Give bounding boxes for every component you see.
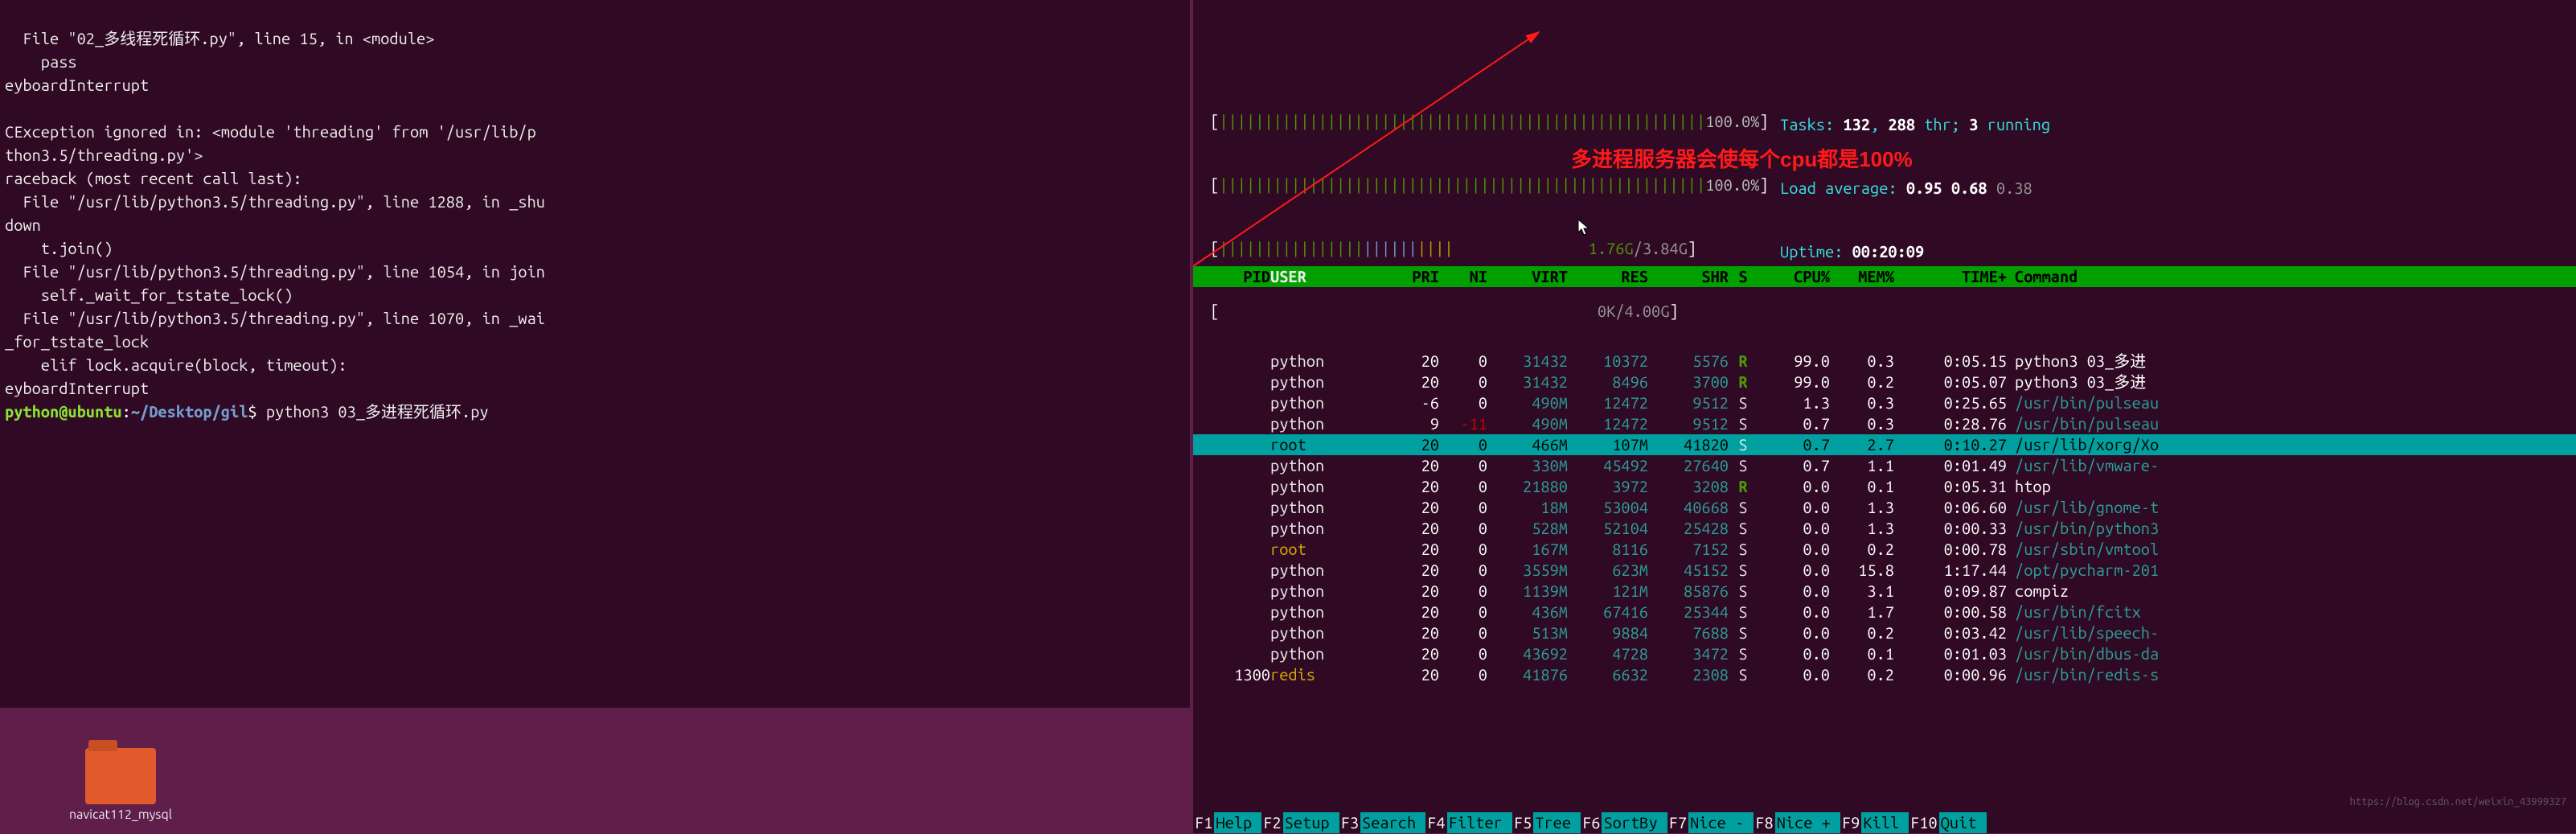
prompt-path: ~/Desktop/gil xyxy=(131,402,248,421)
fnkey-f9[interactable]: F9Kill xyxy=(1840,812,1909,833)
table-row[interactable]: 1300redis2004187666322308S0.00.20:00.96/… xyxy=(1193,664,2576,685)
mouse-cursor-icon xyxy=(1577,219,1590,236)
fnkey-f1[interactable]: F1Help xyxy=(1193,812,1261,833)
fnkey-f2[interactable]: F2Setup xyxy=(1261,812,1339,833)
htop-fnkeys: F1HelpF2SetupF3SearchF4FilterF5TreeF6Sor… xyxy=(1193,812,2576,833)
table-row[interactable]: python2004369247283472S0.00.10:01.03/usr… xyxy=(1193,643,2576,664)
folder-label: navicat112_mysql xyxy=(69,807,172,822)
table-row[interactable]: python2002188039723208R0.00.10:05.31htop xyxy=(1193,476,2576,497)
htop-info: Tasks: 132, 288 thr; 3 running Load aver… xyxy=(1780,72,2050,305)
table-row[interactable]: python20018M5300440668S0.01.30:06.60/usr… xyxy=(1193,497,2576,518)
annotation-text: 多进程服务器会使每个cpu都是100% xyxy=(1571,146,1913,173)
fnkey-f3[interactable]: F3Search xyxy=(1339,812,1426,833)
table-row[interactable]: python200513M98847688S0.00.20:03.42/usr/… xyxy=(1193,622,2576,643)
folder-icon xyxy=(85,748,156,804)
fnkey-f5[interactable]: F5Tree xyxy=(1512,812,1581,833)
prompt-user: python xyxy=(5,402,59,421)
prompt-command: python3 03_多进程死循环.py xyxy=(266,402,489,421)
table-row[interactable]: python200528M5210425428S0.01.30:00.33/us… xyxy=(1193,518,2576,539)
htop-meters: [|||||||||||||||||||||||||||||||||||||||… xyxy=(1193,64,2576,160)
table-row[interactable]: python2003559M623M45152S0.015.81:17.44/o… xyxy=(1193,560,2576,581)
desktop-folder-navicat[interactable]: navicat112_mysql xyxy=(69,748,172,822)
fnkey-f8[interactable]: F8Nice + xyxy=(1754,812,1840,833)
terminal-left[interactable]: File "02_多线程死循环.py", line 15, in <module… xyxy=(0,0,1190,708)
fnkey-f10[interactable]: F10Quit xyxy=(1909,812,1986,833)
terminal-output: File "02_多线程死循环.py", line 15, in <module… xyxy=(5,3,1187,446)
watermark: https://blog.csdn.net/weixin_43999327 xyxy=(2350,795,2566,809)
table-row[interactable]: python200436M6741625344S0.01.70:00.58/us… xyxy=(1193,602,2576,622)
table-row[interactable]: root200167M81167152S0.00.20:00.78/usr/sb… xyxy=(1193,539,2576,560)
fnkey-f7[interactable]: F7Nice - xyxy=(1667,812,1754,833)
table-row[interactable]: python2001139M121M85876S0.03.10:09.87com… xyxy=(1193,581,2576,602)
fnkey-f6[interactable]: F6SortBy xyxy=(1581,812,1667,833)
fnkey-f4[interactable]: F4Filter xyxy=(1425,812,1512,833)
htop-panel[interactable]: [|||||||||||||||||||||||||||||||||||||||… xyxy=(1193,0,2576,833)
prompt-host: ubuntu xyxy=(68,402,121,421)
table-row[interactable]: python200330M4549227640S0.71.10:01.49/us… xyxy=(1193,455,2576,476)
